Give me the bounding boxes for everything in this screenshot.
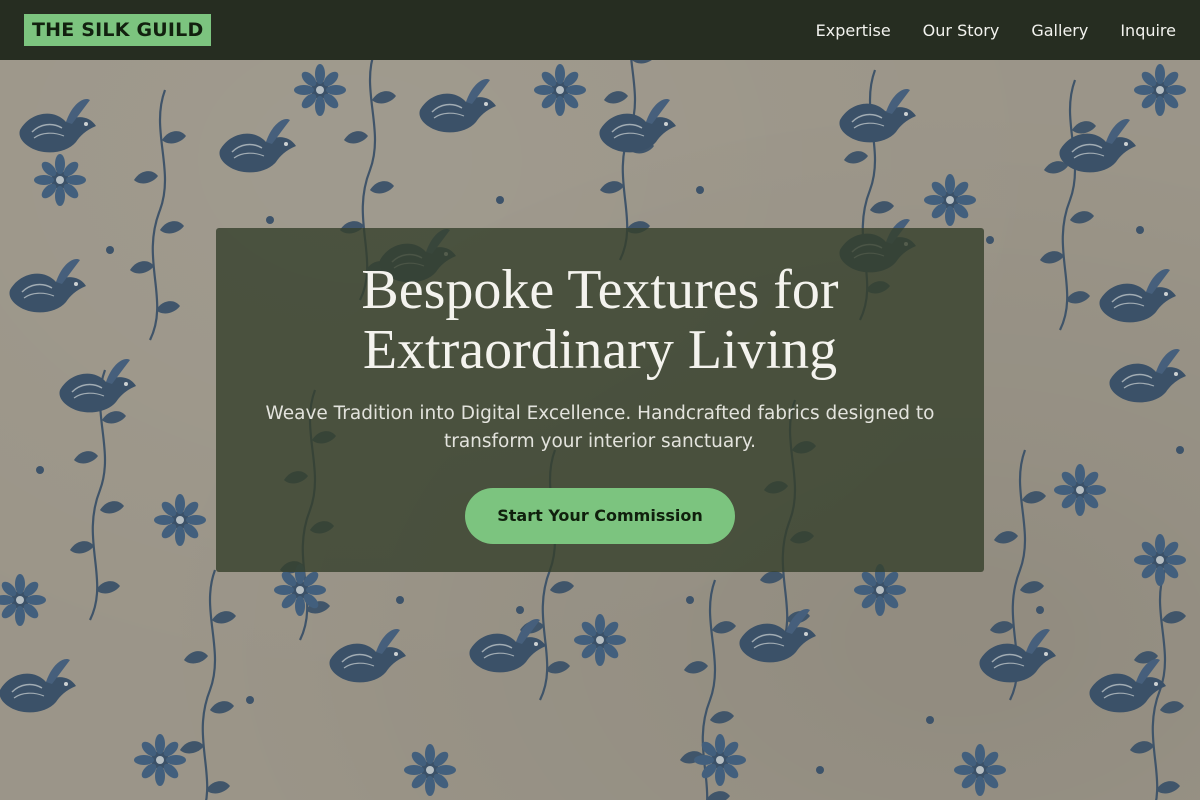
hero-title-line2: Extraordinary Living [362, 319, 838, 381]
top-navbar: THE SILK GUILD Expertise Our Story Galle… [0, 0, 1200, 60]
nav-link-expertise[interactable]: Expertise [816, 21, 891, 40]
brand-logo[interactable]: THE SILK GUILD [24, 14, 212, 46]
hero-card: Bespoke Textures for Extraordinary Livin… [216, 228, 984, 572]
nav-link-inquire[interactable]: Inquire [1120, 21, 1176, 40]
nav-link-our-story[interactable]: Our Story [923, 21, 1000, 40]
main-nav: Expertise Our Story Gallery Inquire [816, 21, 1176, 40]
hero-subtitle: Weave Tradition into Digital Excellence.… [265, 403, 935, 452]
hero-title: Bespoke Textures for Extraordinary Livin… [216, 260, 984, 380]
hero-title-line1: Bespoke Textures for [361, 259, 839, 321]
start-commission-button[interactable]: Start Your Commission [465, 488, 735, 544]
nav-link-gallery[interactable]: Gallery [1031, 21, 1088, 40]
